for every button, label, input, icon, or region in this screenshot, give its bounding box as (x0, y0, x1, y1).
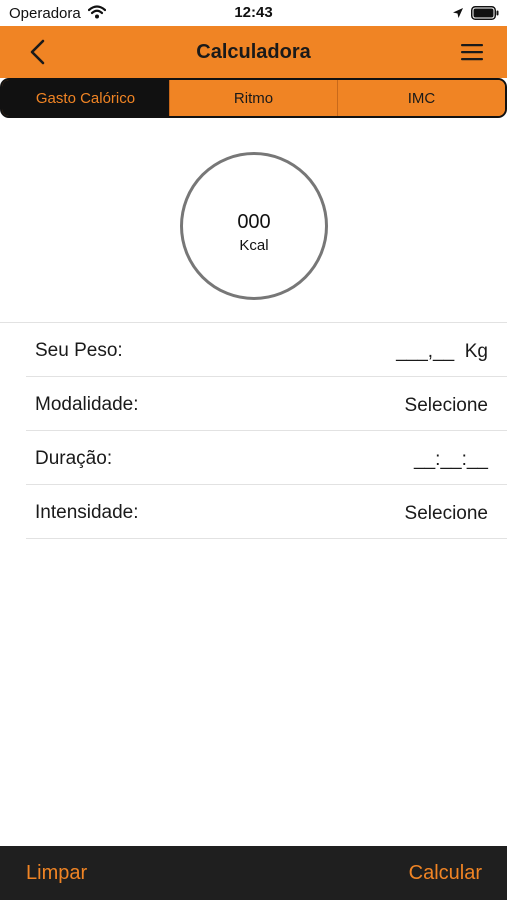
location-arrow-icon (453, 8, 463, 18)
result-circle: 000 Kcal (180, 152, 328, 300)
tab-label: Gasto Calórico (35, 89, 136, 107)
hamburger-menu-icon[interactable] (460, 41, 484, 63)
tab-gasto-calorico[interactable]: Gasto Calórico (2, 80, 169, 116)
calculate-button[interactable]: Calcular (409, 862, 482, 885)
tab-label: IMC (407, 89, 436, 107)
tab-label: Ritmo (233, 89, 274, 107)
bottom-toolbar: Limpar Calcular (0, 846, 507, 900)
duration-label: Duração: (35, 448, 113, 469)
duration-value: __:__:__ (414, 449, 488, 470)
duration-row[interactable]: Duração: __:__:__ (26, 431, 507, 485)
page-title: Calculadora (196, 41, 311, 63)
tab-ritmo[interactable]: Ritmo (169, 80, 337, 116)
status-bar: Operadora 12:43 (0, 0, 507, 26)
intensity-value: Selecione (404, 503, 488, 524)
chevron-left-icon[interactable] (26, 38, 50, 66)
result-value: 000 (237, 211, 271, 233)
intensity-row[interactable]: Intensidade: Selecione (26, 485, 507, 539)
battery-icon (471, 6, 499, 20)
intensity-label: Intensidade: (35, 502, 139, 523)
calculator-tabs: Gasto Calórico Ritmo IMC (0, 78, 507, 118)
modality-value: Selecione (404, 395, 488, 416)
result-unit: Kcal (239, 237, 269, 254)
clear-button[interactable]: Limpar (26, 862, 87, 885)
tab-imc[interactable]: IMC (337, 80, 505, 116)
navigation-bar: Calculadora (0, 26, 507, 78)
status-time: 12:43 (234, 4, 273, 21)
weight-row[interactable]: Seu Peso: ___,__ Kg (26, 323, 507, 377)
weight-label: Seu Peso: (35, 340, 123, 361)
modality-row[interactable]: Modalidade: Selecione (26, 377, 507, 431)
weight-value: ___,__ Kg (396, 341, 488, 362)
modality-label: Modalidade: (35, 394, 139, 415)
